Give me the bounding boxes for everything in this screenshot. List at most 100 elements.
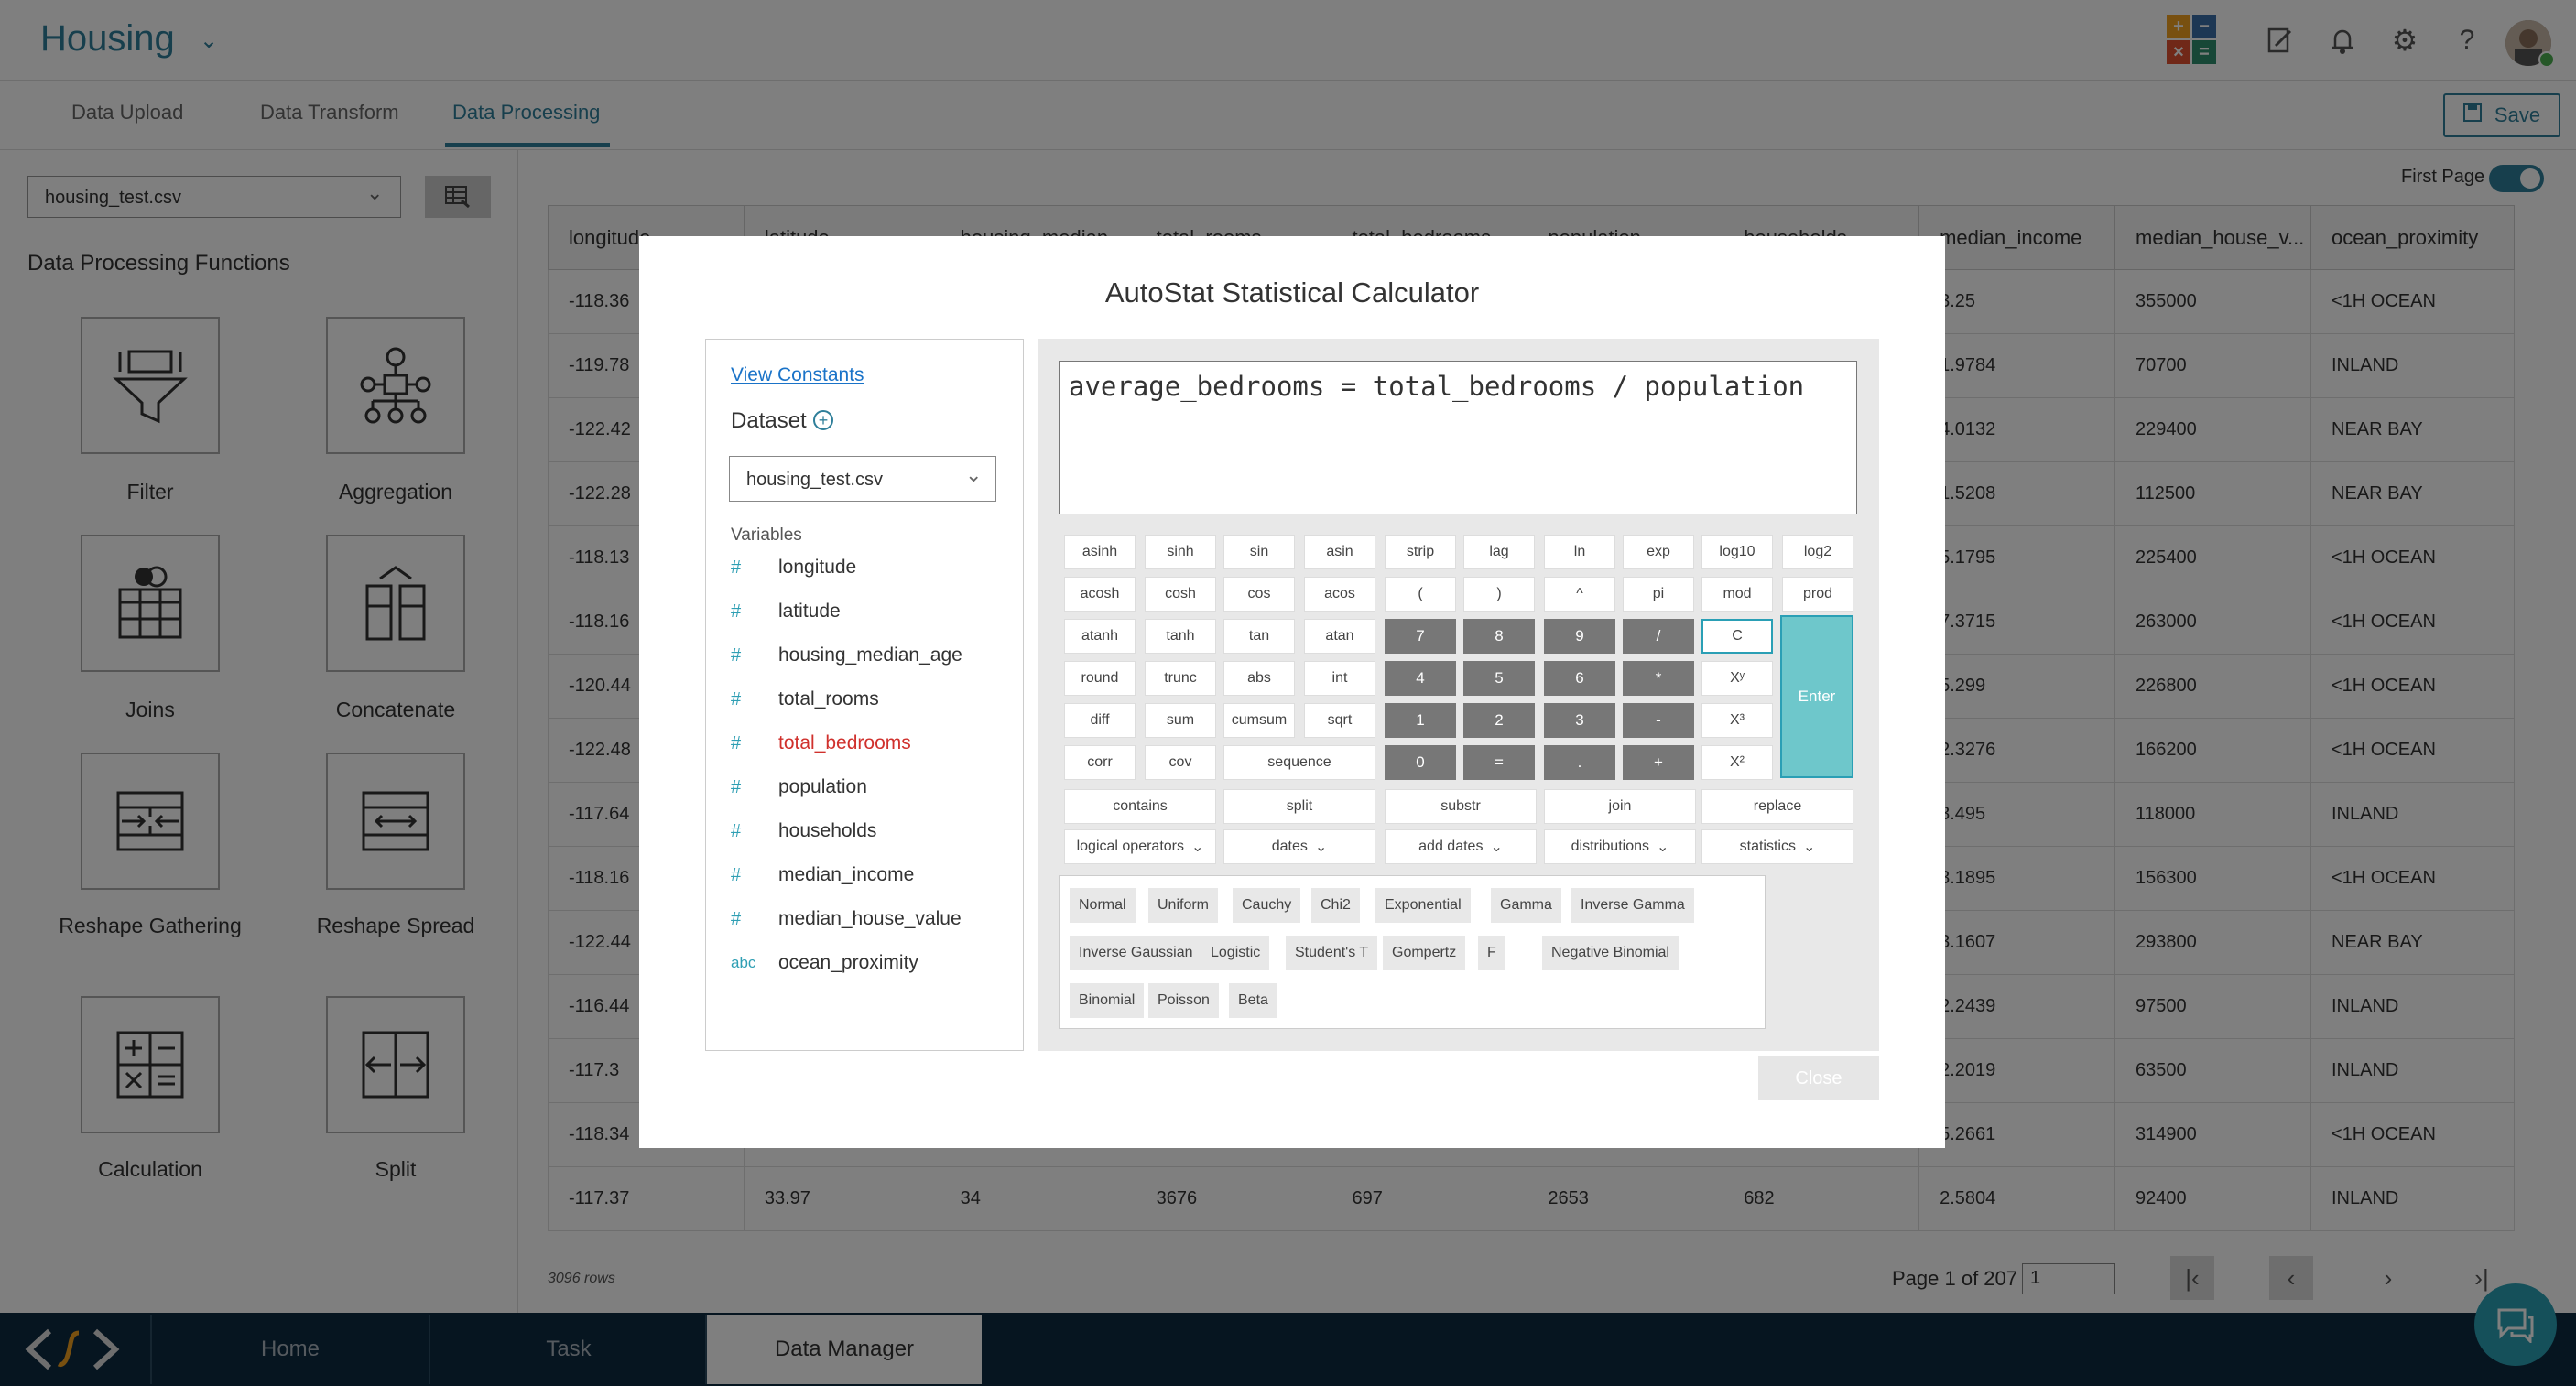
key-7-row5[interactable]: - [1623,703,1694,738]
variable-item-median-house-value[interactable]: # median_house_value [731,897,962,941]
key-5-row1[interactable]: lag [1463,535,1535,569]
key-cov[interactable]: cov [1145,745,1216,780]
key-1-row2[interactable]: cosh [1145,577,1216,612]
distribution-normal[interactable]: Normal [1070,888,1136,923]
distribution-inverse-gamma[interactable]: Inverse Gamma [1571,888,1694,923]
key-4-row1[interactable]: strip [1385,535,1456,569]
key-0-row2[interactable]: acosh [1064,577,1136,612]
key-5-row5[interactable]: 2 [1463,703,1535,738]
distribution-inverse-gaussian[interactable]: Inverse Gaussian [1070,936,1202,970]
key-2-row2[interactable]: cos [1223,577,1295,612]
distribution-uniform[interactable]: Uniform [1148,888,1219,923]
key-x-squared[interactable]: X² [1701,745,1773,780]
dropdown-add-dates[interactable]: add dates ⌄ [1385,829,1537,864]
distribution-gompertz[interactable]: Gompertz [1383,936,1466,970]
key-7-row1[interactable]: exp [1623,535,1694,569]
variable-item-total-bedrooms[interactable]: # total_bedrooms [731,721,911,765]
key-3-row4[interactable]: int [1304,661,1375,696]
variable-item-median-income[interactable]: # median_income [731,853,914,897]
distribution-poisson[interactable]: Poisson [1148,983,1219,1018]
key-3-row1[interactable]: asin [1304,535,1375,569]
key-substr[interactable]: substr [1385,789,1537,824]
dropdown-dates[interactable]: dates ⌄ [1223,829,1375,864]
key-2-row5[interactable]: cumsum [1223,703,1295,738]
distribution-chi2[interactable]: Chi2 [1311,888,1360,923]
key-5-row2[interactable]: ) [1463,577,1535,612]
key-join[interactable]: join [1544,789,1696,824]
view-constants-link[interactable]: View Constants [731,364,864,386]
key-6-row2[interactable]: ^ [1544,577,1615,612]
variable-item-ocean-proximity[interactable]: abc ocean_proximity [731,941,918,985]
key-0-row5[interactable]: diff [1064,703,1136,738]
distribution-binomial[interactable]: Binomial [1070,983,1145,1018]
dropdown-distributions[interactable]: distributions ⌄ [1544,829,1696,864]
key-0-row3[interactable]: atanh [1064,619,1136,654]
key-split[interactable]: split [1223,789,1375,824]
key-sequence[interactable]: sequence [1223,745,1375,780]
dataset-select[interactable]: housing_test.csv [729,456,996,502]
distribution-cauchy[interactable]: Cauchy [1233,888,1301,923]
variable-item-longitude[interactable]: # longitude [731,546,856,590]
key-1-row3[interactable]: tanh [1145,619,1216,654]
key-4-row4[interactable]: 4 [1385,661,1456,696]
key-7-row3[interactable]: / [1623,619,1694,654]
key-1-row5[interactable]: sum [1145,703,1216,738]
dropdown-label: distributions [1571,839,1649,854]
distribution-logistic[interactable]: Logistic [1201,936,1270,970]
dropdown-logical-operators[interactable]: logical operators ⌄ [1064,829,1216,864]
key-0-row1[interactable]: asinh [1064,535,1136,569]
numeric-type-icon: # [731,557,742,578]
key-3-row5[interactable]: sqrt [1304,703,1375,738]
distribution-student-s-t[interactable]: Student's T [1286,936,1378,970]
key-digit-op[interactable]: . [1544,745,1615,780]
key-7-row2[interactable]: pi [1623,577,1694,612]
key-8-row5[interactable]: X³ [1701,703,1773,738]
distribution-beta[interactable]: Beta [1229,983,1277,1018]
variable-item-housing-median-age[interactable]: # housing_median_age [731,633,962,677]
key-0-row4[interactable]: round [1064,661,1136,696]
key-8-row4[interactable]: Xʸ [1701,661,1773,696]
key-2-row1[interactable]: sin [1223,535,1295,569]
dropdown-statistics[interactable]: statistics ⌄ [1701,829,1853,864]
key-4-row5[interactable]: 1 [1385,703,1456,738]
variable-item-latitude[interactable]: # latitude [731,590,841,633]
key-6-row4[interactable]: 6 [1544,661,1615,696]
distribution-exponential[interactable]: Exponential [1375,888,1471,923]
distribution-negative-binomial[interactable]: Negative Binomial [1542,936,1679,970]
key-9-row2[interactable]: prod [1782,577,1853,612]
key-8-row2[interactable]: mod [1701,577,1773,612]
key-7-row4[interactable]: * [1623,661,1694,696]
key-replace[interactable]: replace [1701,789,1853,824]
close-button[interactable]: Close [1758,1056,1879,1100]
key-2-row4[interactable]: abs [1223,661,1295,696]
key-4-row2[interactable]: ( [1385,577,1456,612]
key-6-row5[interactable]: 3 [1544,703,1615,738]
variable-item-households[interactable]: # households [731,809,876,853]
key-5-row4[interactable]: 5 [1463,661,1535,696]
key-digit-op[interactable]: 0 [1385,745,1456,780]
key-1-row1[interactable]: sinh [1145,535,1216,569]
formula-input[interactable]: average_bedrooms = total_bedrooms / popu… [1059,361,1857,514]
key-3-row3[interactable]: atan [1304,619,1375,654]
key-5-row3[interactable]: 8 [1463,619,1535,654]
key-9-row1[interactable]: log2 [1782,535,1853,569]
key-1-row4[interactable]: trunc [1145,661,1216,696]
key-digit-op[interactable]: = [1463,745,1535,780]
enter-button[interactable]: Enter [1780,615,1853,778]
add-dataset-icon[interactable]: + [813,410,833,430]
key-contains[interactable]: contains [1064,789,1216,824]
key-digit-op[interactable]: + [1623,745,1694,780]
dataset-label: Dataset [731,408,807,433]
key-corr[interactable]: corr [1064,745,1136,780]
key-6-row1[interactable]: ln [1544,535,1615,569]
key-8-row3[interactable]: C [1701,619,1773,654]
variable-item-population[interactable]: # population [731,765,867,809]
variable-item-total-rooms[interactable]: # total_rooms [731,677,879,721]
distribution-f[interactable]: F [1478,936,1505,970]
distribution-gamma[interactable]: Gamma [1491,888,1561,923]
key-3-row2[interactable]: acos [1304,577,1375,612]
key-8-row1[interactable]: log10 [1701,535,1773,569]
key-2-row3[interactable]: tan [1223,619,1295,654]
key-6-row3[interactable]: 9 [1544,619,1615,654]
key-4-row3[interactable]: 7 [1385,619,1456,654]
